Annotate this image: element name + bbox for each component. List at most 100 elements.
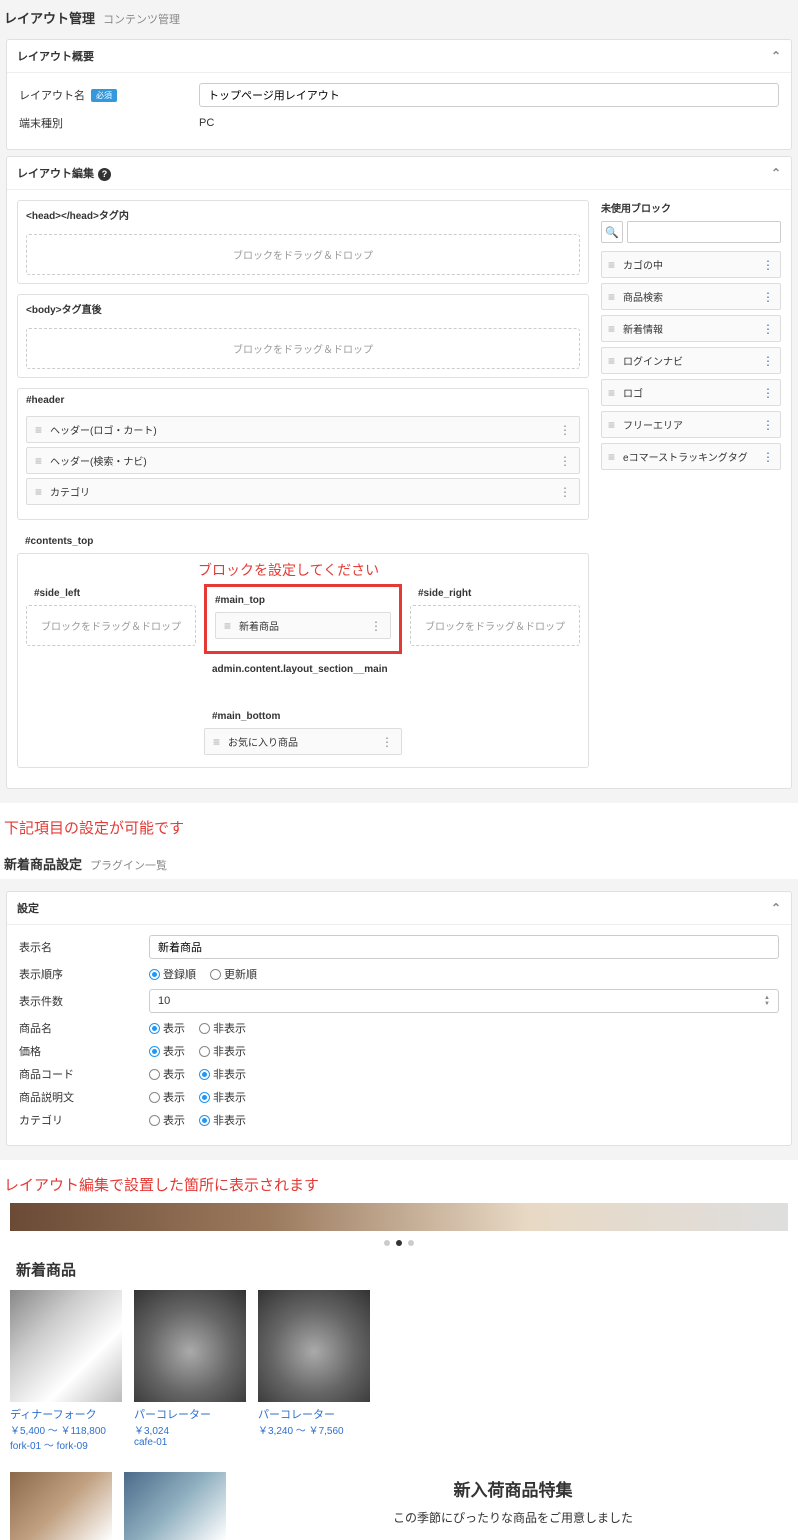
more-icon[interactable]: ⋮ [370,619,382,633]
set-block-message: ブロックを設定してください [198,560,588,580]
order-updated-radio[interactable]: 更新順 [210,966,257,982]
product-card[interactable]: パーコレーター￥3,240 ～ ￥7,560 [258,1290,370,1452]
more-icon[interactable]: ⋮ [381,735,393,749]
product-name: ディナーフォーク [10,1406,122,1422]
settings-title: 新着商品設定 [4,854,82,873]
product-image [258,1290,370,1402]
layout-edit-card: レイアウト編集? ⌃ <head></head>タグ内 ブロックをドラッグ＆ドロ… [6,156,792,789]
edit-header[interactable]: レイアウト編集? ⌃ [7,157,791,190]
product-card[interactable]: ディナーフォーク￥5,400 ～ ￥118,800fork-01 ～ fork-… [10,1290,122,1452]
code-hide[interactable]: 非表示 [199,1066,246,1082]
product-code: fork-01 ～ fork-09 [10,1437,122,1452]
more-icon[interactable]: ⋮ [559,485,571,499]
drag-icon[interactable]: ≡ [35,424,42,436]
unused-block-item[interactable]: ≡新着情報⋮ [601,315,781,342]
drag-icon[interactable]: ≡ [608,451,615,463]
feature-image-1 [10,1472,112,1540]
order-label: 表示順序 [19,966,149,982]
category-show[interactable]: 表示 [149,1112,185,1128]
drag-icon[interactable]: ≡ [35,455,42,467]
category-label: カテゴリ [19,1112,149,1128]
block-header-search[interactable]: ≡ヘッダー(検索・ナビ)⋮ [26,447,580,474]
display-name-label: 表示名 [19,939,149,955]
side-left-dropzone[interactable]: ブロックをドラッグ＆ドロップ [26,605,196,646]
block-category[interactable]: ≡カテゴリ⋮ [26,478,580,505]
unused-block-item[interactable]: ≡ログインナビ⋮ [601,347,781,374]
display-name-input[interactable] [149,935,779,959]
drag-icon[interactable]: ≡ [35,486,42,498]
product-price: ￥3,024 [134,1422,246,1437]
more-icon[interactable]: ⋮ [762,354,774,368]
more-icon[interactable]: ⋮ [762,322,774,336]
product-name-hide[interactable]: 非表示 [199,1020,246,1036]
product-code: cafe-01 [134,1437,246,1448]
side-right-dropzone[interactable]: ブロックをドラッグ＆ドロップ [410,605,580,646]
settings-card-header[interactable]: 設定 ⌃ [7,892,791,925]
price-hide[interactable]: 非表示 [199,1043,246,1059]
unused-block-item[interactable]: ≡フリーエリア⋮ [601,411,781,438]
drag-icon[interactable]: ≡ [608,387,615,399]
more-icon[interactable]: ⋮ [762,290,774,304]
help-icon[interactable]: ? [98,168,111,181]
drag-icon[interactable]: ≡ [224,620,231,632]
order-registered-radio[interactable]: 登録順 [149,966,196,982]
count-input[interactable]: 10▲▼ [149,989,779,1013]
more-icon[interactable]: ⋮ [762,258,774,272]
side-left-label: #side_left [26,584,196,601]
unused-block-item[interactable]: ≡商品検索⋮ [601,283,781,310]
header-section-label: #header [18,389,588,412]
desc-show[interactable]: 表示 [149,1089,185,1105]
layout-name-input[interactable] [199,83,779,107]
carousel-dots[interactable] [0,1237,798,1249]
unused-block-item[interactable]: ≡カゴの中⋮ [601,251,781,278]
head-section-label: <head></head>タグ内 [18,201,588,228]
category-hide[interactable]: 非表示 [199,1112,246,1128]
product-name-show[interactable]: 表示 [149,1020,185,1036]
drag-icon[interactable]: ≡ [213,736,220,748]
drag-icon[interactable]: ≡ [608,259,615,271]
drag-icon[interactable]: ≡ [608,291,615,303]
hero-image [10,1203,788,1231]
product-image [134,1290,246,1402]
overview-header[interactable]: レイアウト概要 ⌃ [7,40,791,73]
device-label: 端末種別 [19,115,199,131]
feature-subtitle: この季節にぴったりな商品をご用意しました [238,1509,788,1526]
contents-top-label: #contents_top [17,530,589,553]
code-label: 商品コード [19,1066,149,1082]
price-show[interactable]: 表示 [149,1043,185,1059]
main-top-label: #main_top [207,591,399,608]
drag-icon[interactable]: ≡ [608,323,615,335]
block-header-logo[interactable]: ≡ヘッダー(ロゴ・カート)⋮ [26,416,580,443]
drag-icon[interactable]: ≡ [608,355,615,367]
head-dropzone[interactable]: ブロックをドラッグ＆ドロップ [26,234,580,275]
stepper-icon[interactable]: ▲▼ [764,995,770,1007]
product-price: ￥3,240 ～ ￥7,560 [258,1422,370,1437]
settings-subtitle: プラグイン一覧 [90,857,167,873]
code-show[interactable]: 表示 [149,1066,185,1082]
new-products-heading: 新着商品 [16,1259,782,1280]
desc-hide[interactable]: 非表示 [199,1089,246,1105]
more-icon[interactable]: ⋮ [762,386,774,400]
unused-block-item[interactable]: ≡ロゴ⋮ [601,379,781,406]
note-display-location: レイアウト編集で設置した箇所に表示されます [4,1174,794,1195]
more-icon[interactable]: ⋮ [762,450,774,464]
block-new-products[interactable]: ≡新着商品⋮ [215,612,391,639]
chevron-up-icon: ⌃ [771,49,781,63]
unused-search-input[interactable] [627,221,781,243]
product-card[interactable]: パーコレーター￥3,024cafe-01 [134,1290,246,1452]
price-label: 価格 [19,1043,149,1059]
body-dropzone[interactable]: ブロックをドラッグ＆ドロップ [26,328,580,369]
count-label: 表示件数 [19,993,149,1009]
more-icon[interactable]: ⋮ [762,418,774,432]
unused-block-item[interactable]: ≡eコマーストラッキングタグ⋮ [601,443,781,470]
search-icon[interactable]: 🔍 [601,221,623,243]
drag-icon[interactable]: ≡ [608,419,615,431]
highlighted-main-top: #main_top ≡新着商品⋮ [204,584,402,654]
more-icon[interactable]: ⋮ [559,423,571,437]
product-name: パーコレーター [134,1406,246,1422]
chevron-up-icon: ⌃ [771,166,781,180]
product-price: ￥5,400 ～ ￥118,800 [10,1422,122,1437]
block-favorites[interactable]: ≡お気に入り商品⋮ [204,728,402,755]
more-icon[interactable]: ⋮ [559,454,571,468]
product-image [10,1290,122,1402]
